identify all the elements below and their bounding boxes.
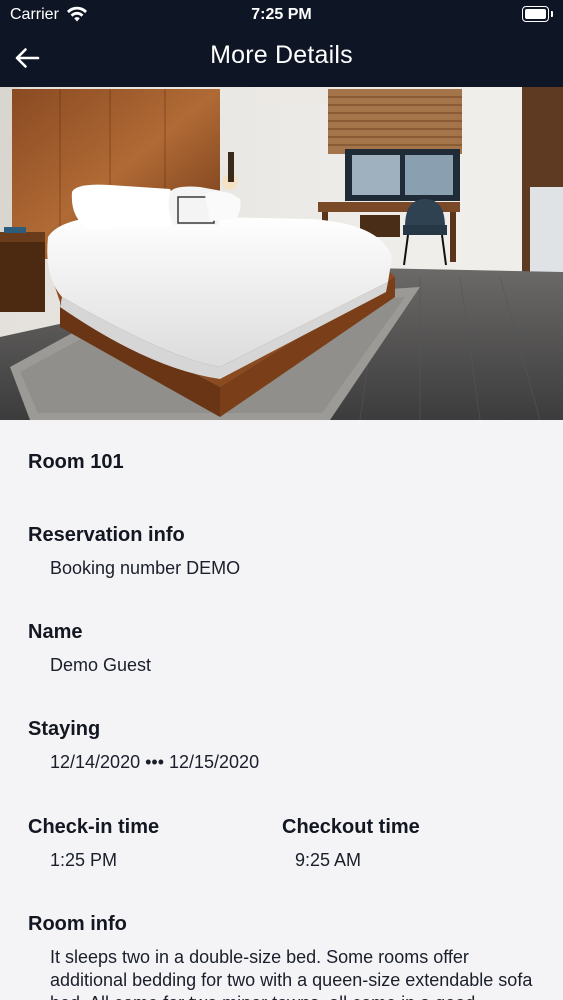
status-time: 7:25 PM xyxy=(251,6,312,23)
navigation-bar: More Details xyxy=(0,30,563,87)
reservation-info-heading: Reservation info xyxy=(28,524,185,546)
room-title: Room 101 xyxy=(28,451,124,473)
staying-section: Staying 12/14/2020 ••• 12/15/2020 xyxy=(28,717,259,773)
name-heading: Name xyxy=(28,621,83,643)
stay-dates: 12/14/2020 ••• 12/15/2020 xyxy=(50,752,260,772)
booking-number: Booking number DEMO xyxy=(50,558,241,578)
room-info-heading: Room info xyxy=(28,913,127,935)
checkout-time: 9:25 AM xyxy=(295,850,362,870)
checkout-section: Checkout time 9:25 AM xyxy=(282,815,420,871)
reservation-details: Room 101 Reservation info Booking number… xyxy=(0,420,563,1000)
checkout-heading: Checkout time xyxy=(282,816,420,838)
room-info-section: Room info It sleeps two in a double-size… xyxy=(28,912,538,1000)
page-title: More Details xyxy=(210,41,353,69)
checkin-section: Check-in time 1:25 PM xyxy=(28,815,159,871)
status-bar: Carrier 7:25 PM xyxy=(0,0,563,30)
room-title-section: Room 101 xyxy=(28,450,124,474)
guest-name: Demo Guest xyxy=(50,655,152,675)
reservation-info-section: Reservation info Booking number DEMO xyxy=(28,523,240,579)
battery-icon xyxy=(522,6,553,22)
staying-heading: Staying xyxy=(28,718,101,740)
room-info-text: It sleeps two in a double-size bed. Some… xyxy=(50,947,533,1000)
checkin-heading: Check-in time xyxy=(28,816,160,838)
name-section: Name Demo Guest xyxy=(28,620,151,676)
top-bar: Carrier 7:25 PM More Details xyxy=(0,0,563,87)
checkin-time: 1:25 PM xyxy=(50,850,118,870)
hotel-room-photo xyxy=(0,87,563,420)
